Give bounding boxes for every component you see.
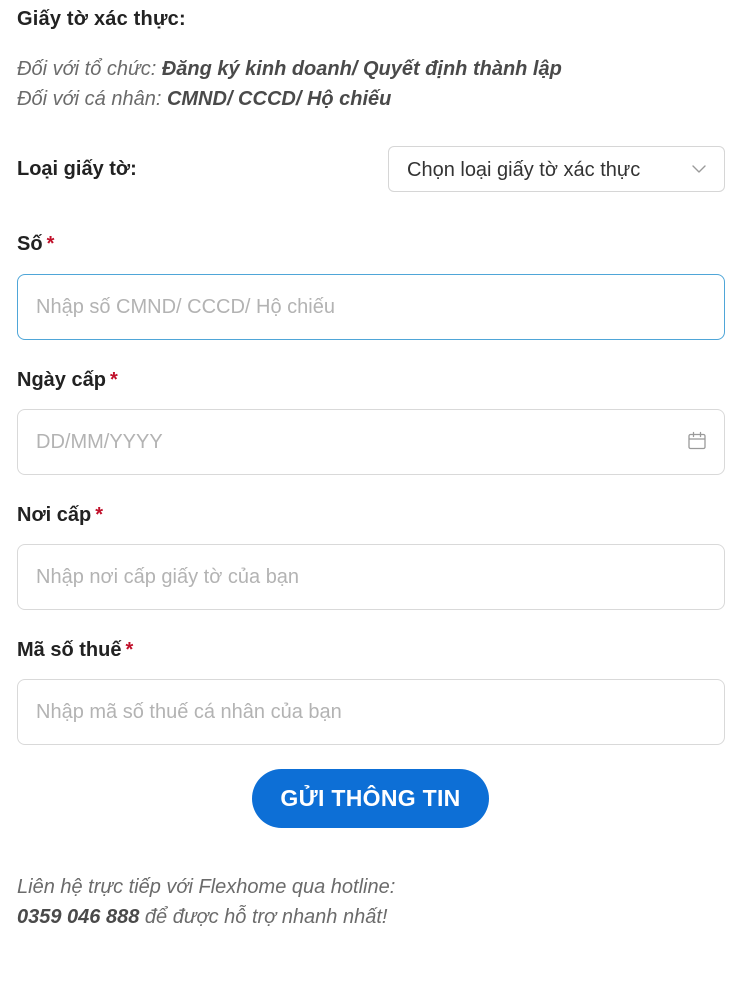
tax-code-label: Mã số thuế * <box>17 639 133 662</box>
individual-note-docs: CMND/ CCCD/ Hộ chiếu <box>166 88 392 110</box>
doc-type-selected-value: Chọn loại giấy tờ xác thực <box>407 159 641 181</box>
issue-place-label: Nơi cấp * <box>17 504 103 527</box>
number-label: Số * <box>17 233 54 256</box>
individual-note-prefix: Đối với cá nhân: <box>17 88 162 110</box>
issue-place-label-text: Nơi cấp <box>17 504 92 526</box>
number-label-text: Số <box>17 233 43 255</box>
doc-type-row: Loại giấy tờ: Chọn loại giấy tờ xác thực <box>17 146 725 194</box>
issue-date-label: Ngày cấp * <box>17 369 118 392</box>
organization-note-docs: Đăng ký kinh doanh/ Quyết định thành lập <box>161 58 562 80</box>
contact-text: Liên hệ trực tiếp với Flexhome qua hotli… <box>17 876 396 898</box>
tax-code-label-text: Mã số thuế <box>17 639 122 661</box>
required-mark: * <box>109 369 118 391</box>
required-mark: * <box>46 233 55 255</box>
submit-button[interactable]: GỬI THÔNG TIN <box>252 769 489 828</box>
doc-type-label: Loại giấy tờ: <box>17 158 137 180</box>
issue-date-label-text: Ngày cấp <box>17 369 106 391</box>
individual-note: Đối với cá nhân: CMND/ CCCD/ Hộ chiếu <box>17 88 391 111</box>
tax-code-input[interactable] <box>17 679 725 745</box>
number-input[interactable] <box>17 274 725 340</box>
contact-hotline-line: 0359 046 888 để được hỗ trợ nhanh nhất! <box>17 906 387 929</box>
contact-suffix: để được hỗ trợ nhanh nhất! <box>139 906 388 928</box>
organization-note: Đối với tổ chức: Đăng ký kinh doanh/ Quy… <box>17 58 562 81</box>
section-title: Giấy tờ xác thực: <box>17 8 186 30</box>
issue-place-input[interactable] <box>17 544 725 610</box>
issue-date-input[interactable] <box>17 409 725 475</box>
doc-type-select[interactable]: Chọn loại giấy tờ xác thực <box>388 146 725 192</box>
hotline-number: 0359 046 888 <box>17 906 140 928</box>
required-mark: * <box>95 504 104 526</box>
chevron-down-icon <box>692 165 706 173</box>
calendar-icon[interactable] <box>687 431 707 451</box>
issue-date-field <box>17 409 725 475</box>
organization-note-prefix: Đối với tổ chức: <box>17 58 157 80</box>
required-mark: * <box>125 639 134 661</box>
